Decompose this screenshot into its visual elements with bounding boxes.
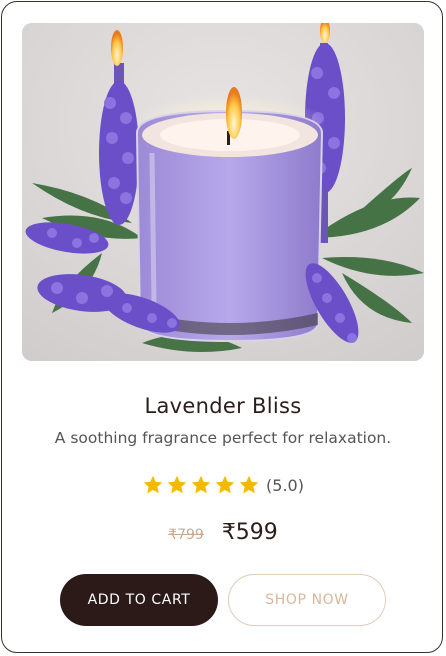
rating: (5.0) [0,474,446,496]
price-block: ₹799 ₹599 [0,520,446,545]
product-description: A soothing fragrance perfect for relaxat… [54,429,392,447]
sale-price: ₹599 [221,520,278,545]
product-title: Lavender Bliss [144,394,302,418]
star-icon [190,474,212,496]
shop-now-button[interactable]: SHOP NOW [228,574,386,626]
add-to-cart-button[interactable]: ADD TO CART [60,574,218,626]
star-icon [142,474,164,496]
star-icon [214,474,236,496]
rating-value: (5.0) [266,475,304,495]
original-price: ₹799 [168,527,204,543]
star-icon [238,474,260,496]
product-image[interactable] [22,23,424,361]
star-icon [166,474,188,496]
